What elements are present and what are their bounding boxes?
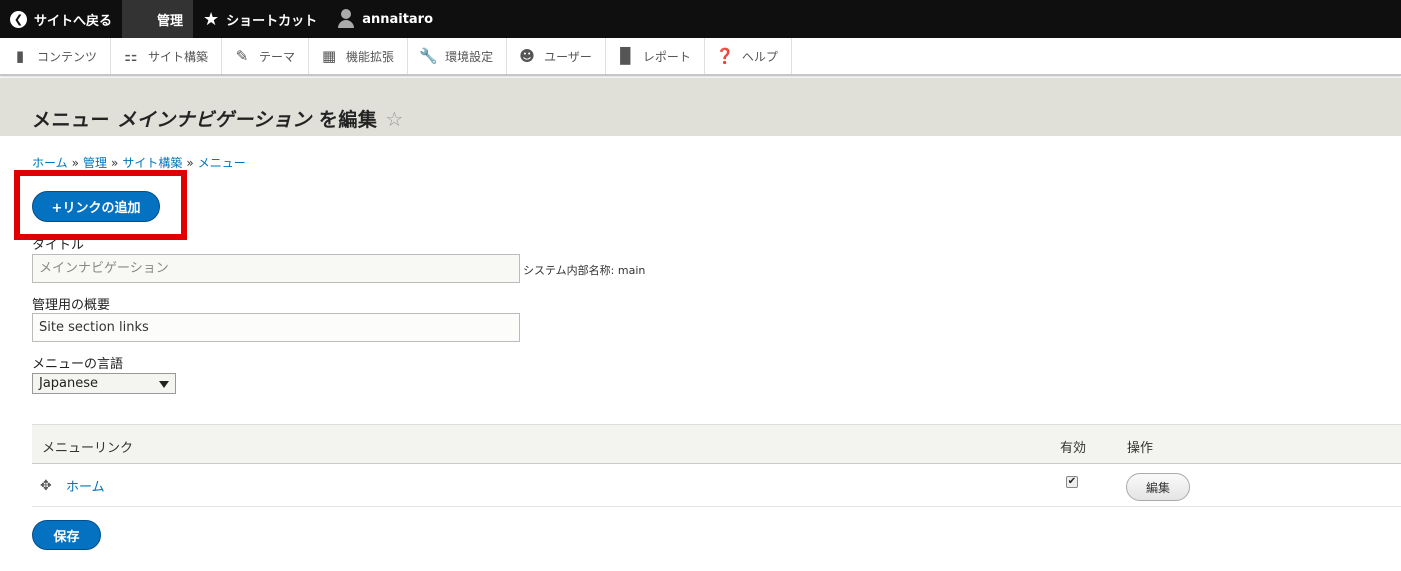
description-field[interactable]: Site section links: [32, 313, 520, 342]
tray-item-appearance[interactable]: ✎ テーマ: [222, 38, 310, 74]
menu-link-home[interactable]: ホーム: [66, 476, 105, 495]
chevron-down-icon: [159, 381, 169, 388]
puzzle-icon: ▦: [321, 47, 337, 65]
breadcrumb-separator: »: [71, 156, 79, 170]
tray-item-content[interactable]: ▮ コンテンツ: [0, 38, 112, 74]
language-select[interactable]: Japanese: [32, 373, 176, 394]
menu-icon: [132, 15, 150, 24]
user-name: annaitaro: [362, 11, 434, 27]
language-value: Japanese: [39, 376, 99, 391]
tray-item-reports[interactable]: ▉ レポート: [606, 38, 705, 74]
breadcrumb-structure[interactable]: サイト構築: [122, 156, 182, 170]
tray-item-help[interactable]: ❓ ヘルプ: [705, 38, 792, 74]
column-header-ops: 操作: [1127, 441, 1154, 456]
breadcrumb-admin[interactable]: 管理: [83, 156, 107, 170]
tray-item-extend[interactable]: ▦ 機能拡張: [309, 38, 409, 74]
table-row: ✥ ホーム ✔ 編集: [32, 464, 1401, 507]
tray-item-label: レポート: [642, 49, 691, 64]
save-button[interactable]: 保存: [32, 520, 101, 550]
sitemap-icon: ⚏: [124, 47, 138, 65]
tray-item-label: ユーザー: [544, 49, 592, 64]
back-arrow-icon: ❮: [10, 10, 27, 28]
help-icon: ❓: [715, 47, 735, 65]
description-label: 管理用の概要: [32, 298, 111, 313]
title-suffix: を編集: [311, 109, 378, 131]
page-title: メニュー メインナビゲーション を編集 ☆: [32, 105, 404, 132]
title-prefix: メニュー: [32, 109, 118, 131]
shortcuts-label: ショートカット: [226, 13, 318, 29]
tray-item-config[interactable]: 🔧 環境設定: [408, 38, 508, 74]
tray-item-label: コンテンツ: [37, 49, 98, 64]
edit-button[interactable]: 編集: [1126, 473, 1190, 501]
machine-name: システム内部名称: main: [523, 264, 646, 277]
language-label: メニューの言語: [32, 357, 124, 372]
brush-icon: ✎: [235, 47, 249, 65]
add-link-button[interactable]: +リンクの追加: [32, 191, 160, 222]
user-tab[interactable]: annaitaro: [327, 0, 443, 38]
favorite-star-icon[interactable]: ☆: [385, 107, 403, 131]
tray-item-structure[interactable]: ⚏ サイト構築: [111, 38, 223, 74]
menu-links-table: メニューリンク 有効 操作 ✥ ホーム ✔ 編集: [32, 424, 1401, 507]
back-to-site-link[interactable]: ❮ サイトへ戻る: [0, 0, 122, 38]
page-icon: ▮: [15, 47, 25, 65]
shortcuts-tab[interactable]: ★ ショートカット: [193, 0, 327, 38]
enabled-checkbox[interactable]: ✔: [1066, 476, 1078, 488]
manage-label: 管理: [157, 13, 184, 29]
bar-chart-icon: ▉: [620, 47, 632, 65]
drag-handle-icon[interactable]: ✥: [40, 478, 52, 494]
breadcrumb-home[interactable]: ホーム: [32, 156, 68, 170]
column-header-enabled: 有効: [1060, 441, 1087, 456]
breadcrumb-separator: »: [186, 156, 194, 170]
tray-item-people[interactable]: ☻ ユーザー: [507, 38, 606, 74]
tray-item-label: 環境設定: [445, 49, 494, 64]
title-field[interactable]: メインナビゲーション: [32, 254, 520, 283]
tray-item-label: ヘルプ: [741, 49, 778, 64]
star-icon: ★: [203, 8, 220, 30]
wrench-icon: 🔧: [419, 47, 438, 65]
tray-item-label: サイト構築: [148, 49, 209, 64]
breadcrumb: ホーム» 管理» サイト構築» メニュー: [32, 154, 246, 171]
admin-toolbar: ❮ サイトへ戻る 管理 ★ ショートカット annaitaro: [0, 0, 1401, 38]
back-to-site-label: サイトへ戻る: [34, 13, 113, 29]
people-icon: ☻: [519, 47, 535, 65]
breadcrumb-menu[interactable]: メニュー: [198, 156, 246, 170]
tray-item-label: テーマ: [259, 49, 296, 64]
title-menu-name: メインナビゲーション: [117, 109, 312, 131]
page-header: メニュー メインナビゲーション を編集 ☆: [0, 78, 1401, 136]
user-icon: [337, 9, 355, 29]
column-header-link: メニューリンク: [42, 441, 134, 456]
breadcrumb-separator: »: [111, 156, 119, 170]
table-header: メニューリンク 有効 操作: [32, 424, 1401, 464]
manage-tab[interactable]: 管理: [122, 0, 194, 38]
admin-tray: ▮ コンテンツ ⚏ サイト構築 ✎ テーマ ▦ 機能拡張 🔧 環境設定 ☻ ユーザー ▉ レポ…: [0, 38, 1401, 76]
tray-item-label: 機能拡張: [346, 49, 395, 64]
